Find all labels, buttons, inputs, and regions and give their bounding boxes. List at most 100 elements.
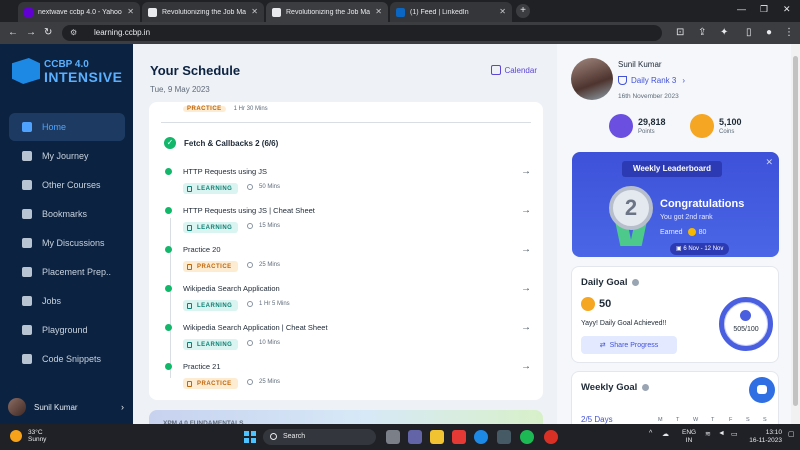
profile-avatar[interactable]: [571, 58, 613, 100]
chrome-icon[interactable]: [544, 430, 558, 444]
system-clock[interactable]: 13:10 16-11-2023: [744, 429, 782, 445]
schedule-item[interactable]: HTTP Requests using JS | Cheat Sheet LEA…: [165, 205, 531, 238]
volume-icon[interactable]: ◄: [718, 430, 725, 437]
user-name: Sunil Kumar: [34, 402, 78, 412]
sidebar-item-jobs[interactable]: Jobs: [9, 287, 125, 315]
schedule-item[interactable]: HTTP Requests using JS LEARNING 50 Mins …: [165, 166, 531, 199]
info-icon[interactable]: [632, 279, 640, 286]
battery-icon[interactable]: ▭: [731, 430, 738, 438]
close-icon[interactable]: ✕: [765, 157, 773, 168]
close-icon[interactable]: ✕: [375, 7, 382, 16]
star-icon: [609, 114, 633, 138]
book-icon: [187, 341, 192, 348]
reload-icon[interactable]: ↻: [44, 27, 52, 39]
menu-icon[interactable]: ⋮: [784, 27, 794, 39]
item-title: Practice 20: [183, 245, 221, 254]
sidebar-item-code-snippets[interactable]: Code Snippets: [9, 345, 125, 373]
weather-widget[interactable]: 33°C Sunny: [10, 429, 46, 443]
spotify-icon[interactable]: [520, 430, 534, 444]
browser-tab-linkedin[interactable]: (1) Feed | LinkedIn ✕: [390, 2, 512, 22]
chatbot-icon[interactable]: [749, 377, 775, 403]
forward-icon[interactable]: →: [26, 27, 36, 39]
app-icon[interactable]: [497, 430, 511, 444]
close-icon[interactable]: ✕: [499, 7, 506, 16]
weekly-leaderboard-card[interactable]: Weekly Leaderboard ✕ 2 Congratulations Y…: [572, 152, 779, 257]
calendar-link[interactable]: Calendar: [490, 65, 537, 75]
windows-start-icon[interactable]: [244, 431, 256, 443]
coins-stat: 5,100 Coins: [690, 114, 742, 138]
schedule-item[interactable]: Practice 20 PRACTICE 25 Mins →: [165, 244, 531, 277]
profile-icon[interactable]: ●: [766, 27, 772, 39]
daily-rank-link[interactable]: Daily Rank 3 ›: [618, 76, 685, 85]
notification-icon[interactable]: ▢: [788, 430, 795, 438]
previous-item-peek: PRACTICE 1 Hr 30 Mins: [183, 106, 268, 112]
sidebar-item-bookmarks[interactable]: Bookmarks: [9, 200, 125, 228]
windows-taskbar: 33°C Sunny Search ^ ☁ ENG IN ≋ ◄ ▭ 13:10…: [0, 424, 800, 450]
browser-tab-article-2[interactable]: Revolutionizing the Job Market ✕: [266, 2, 388, 22]
arrow-right-icon[interactable]: →: [521, 244, 531, 255]
clock-icon: [247, 379, 253, 385]
scrollbar[interactable]: [791, 44, 800, 424]
arrow-right-icon[interactable]: →: [521, 166, 531, 177]
back-icon[interactable]: ←: [8, 27, 18, 39]
sidebar-item-other-courses[interactable]: Other Courses: [9, 171, 125, 199]
item-title: HTTP Requests using JS | Cheat Sheet: [183, 206, 315, 215]
close-icon[interactable]: ✕: [251, 7, 258, 16]
address-bar[interactable]: ⚙ learning.ccbp.in: [62, 25, 662, 41]
duration: 25 Mins: [247, 379, 280, 385]
language-indicator[interactable]: ENG IN: [682, 429, 696, 445]
wifi-icon[interactable]: ≋: [705, 430, 711, 438]
arrow-right-icon[interactable]: →: [521, 283, 531, 294]
chevron-up-icon[interactable]: ^: [649, 430, 652, 437]
site-info-icon[interactable]: ⚙: [70, 25, 77, 41]
minimize-icon[interactable]: —: [737, 4, 746, 14]
sidebar-user[interactable]: Sunil Kumar ›: [8, 396, 126, 418]
maximize-icon[interactable]: ❐: [760, 4, 768, 15]
code-icon: [22, 354, 32, 364]
arrow-right-icon[interactable]: →: [521, 205, 531, 216]
sidebar-item-playground[interactable]: Playground: [9, 316, 125, 344]
store-icon[interactable]: [452, 430, 466, 444]
edge-icon[interactable]: [474, 430, 488, 444]
coins-label: Coins: [719, 129, 735, 135]
logo-line-2: INTENSIVE: [44, 69, 123, 85]
arrow-right-icon[interactable]: →: [521, 322, 531, 333]
browser-tab-article-1[interactable]: Revolutionizing the Job Market ✕: [142, 2, 264, 22]
close-window-icon[interactable]: ✕: [783, 4, 791, 15]
arrow-right-icon[interactable]: →: [521, 361, 531, 372]
duration: 10 Mins: [247, 340, 280, 346]
browser-tab-yahoo[interactable]: nextwave ccbp 4.0 - Yahoo Indi ✕: [18, 2, 140, 22]
cloud-icon[interactable]: ☁: [662, 430, 669, 438]
sidebar-item-my-journey[interactable]: My Journey: [9, 142, 125, 170]
book-icon: [22, 180, 32, 190]
clock-icon: [247, 262, 253, 268]
schedule-item[interactable]: Wikipedia Search Application LEARNING 1 …: [165, 283, 531, 316]
taskbar-search[interactable]: Search: [263, 429, 376, 445]
file-explorer-icon[interactable]: [430, 430, 444, 444]
task-view-icon[interactable]: [386, 430, 400, 444]
schedule-item[interactable]: Wikipedia Search Application | Cheat She…: [165, 322, 531, 355]
side-panel-icon[interactable]: ▯: [746, 27, 752, 39]
meet-icon[interactable]: [408, 430, 422, 444]
clock-icon: [247, 184, 253, 190]
new-tab-button[interactable]: +: [516, 4, 530, 18]
date-range-text: 6 Nov - 12 Nov: [683, 246, 724, 252]
ccbp-logo[interactable]: CCBP 4.0 INTENSIVE: [12, 58, 122, 84]
close-icon[interactable]: ✕: [127, 7, 134, 16]
clipboard-icon: [187, 380, 192, 387]
extensions-icon[interactable]: ✦: [720, 27, 728, 39]
info-icon[interactable]: [642, 384, 650, 391]
scrollbar-thumb[interactable]: [793, 56, 798, 406]
schedule-item[interactable]: Practice 21 PRACTICE 25 Mins →: [165, 361, 531, 394]
url-text: learning.ccbp.in: [94, 28, 151, 37]
earned-row: Earned 80: [660, 228, 706, 236]
sidebar-item-placement-prep[interactable]: Placement Prep..: [9, 258, 125, 286]
placement-icon: [22, 267, 32, 277]
share-progress-button[interactable]: ⇄ Share Progress: [581, 336, 677, 354]
book-icon: [187, 302, 192, 309]
sidebar-item-home[interactable]: Home: [9, 113, 125, 141]
taskbar-search-label: Search: [283, 433, 306, 440]
install-app-icon[interactable]: ⊡: [676, 27, 684, 39]
share-icon[interactable]: ⇪: [698, 27, 706, 39]
sidebar-item-my-discussions[interactable]: My Discussions: [9, 229, 125, 257]
